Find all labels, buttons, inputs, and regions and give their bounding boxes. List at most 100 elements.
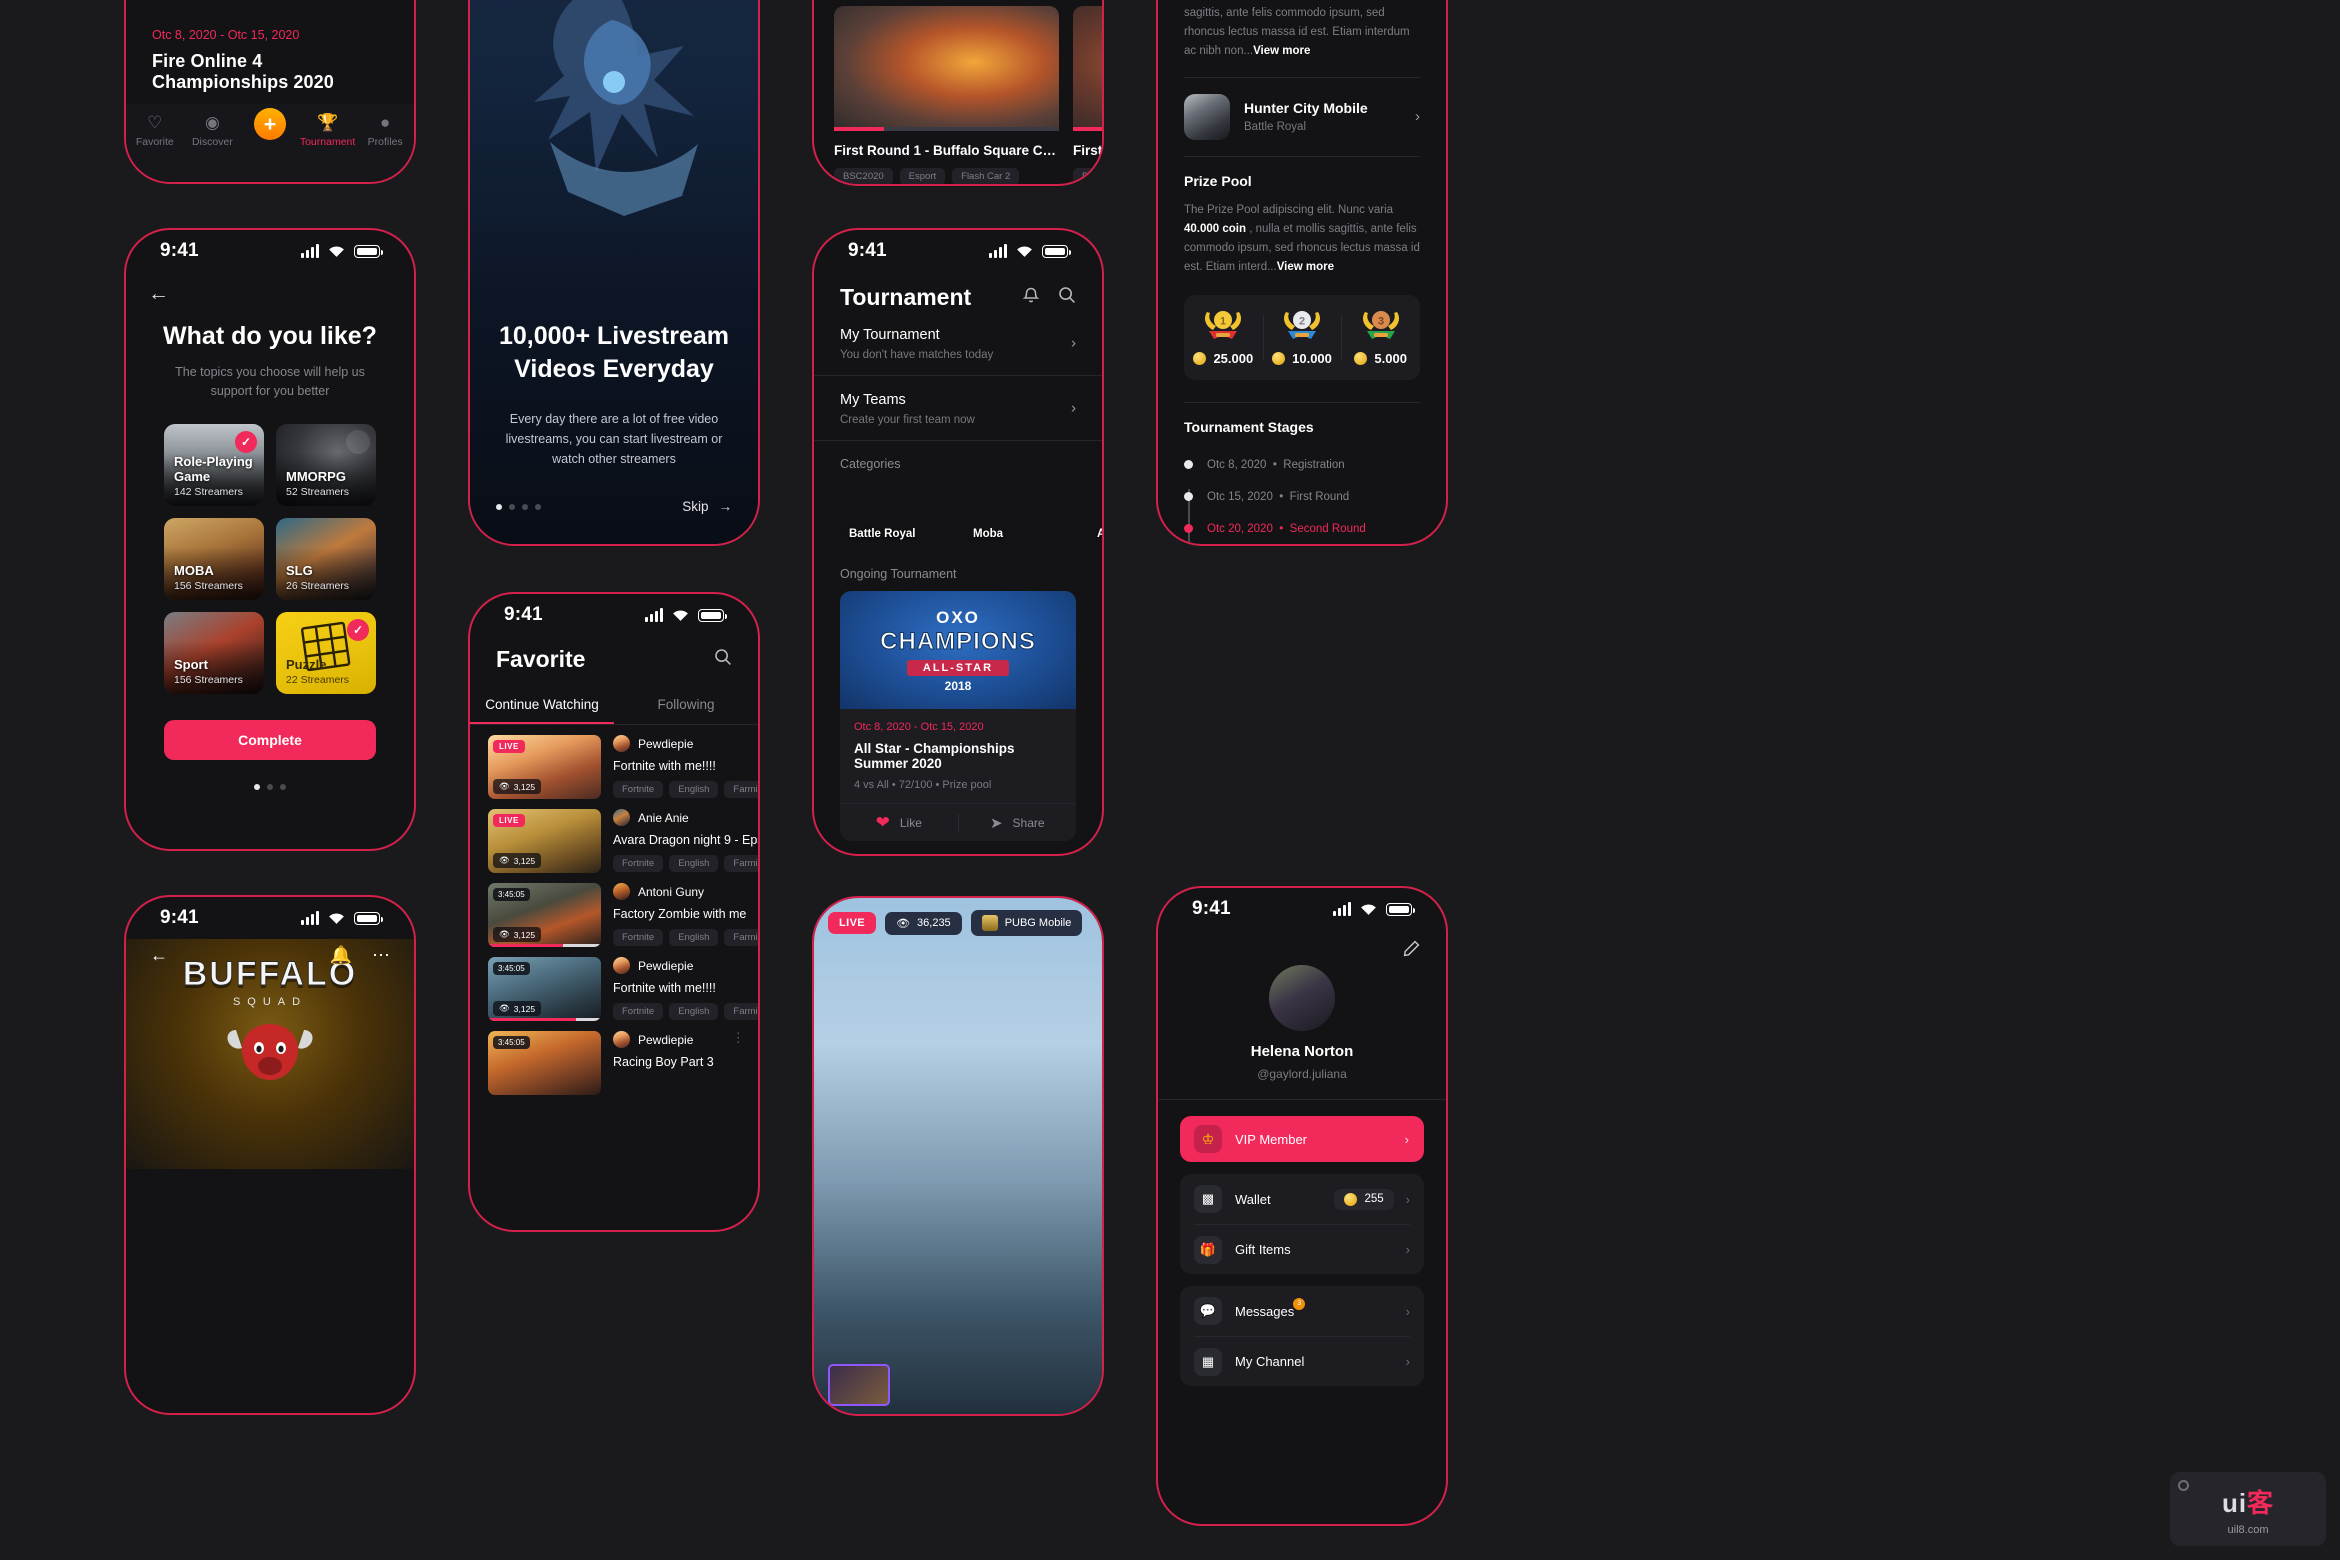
- row-my-teams[interactable]: My Teams Create your first team now ›: [814, 376, 1102, 441]
- more-options-icon[interactable]: ⋮: [726, 1031, 745, 1095]
- interest-card[interactable]: MOBA 156 Streamers: [164, 517, 264, 600]
- tag: Esport: [899, 168, 946, 184]
- interest-card[interactable]: ✓ Role-Playing Game 142 Streamers: [164, 423, 264, 506]
- tag: Flash Car 2: [952, 168, 1020, 184]
- row-my-tournament[interactable]: My Tournament You don't have matches tod…: [814, 311, 1102, 376]
- share-button[interactable]: ➤ Share: [959, 814, 1077, 832]
- heart-icon: ♡: [147, 113, 163, 132]
- like-button[interactable]: ❤ Like: [840, 813, 958, 833]
- search-icon[interactable]: [1058, 286, 1076, 309]
- avatar: [613, 883, 630, 900]
- interest-card[interactable]: ✓ Puzzle 22 Streamers: [276, 611, 376, 694]
- tab-favorite[interactable]: ♡ Favorite: [126, 114, 184, 148]
- prize-pool-description: The Prize Pool adipiscing elit. Nunc var…: [1184, 203, 1420, 273]
- tournament-card[interactable]: First Round 1 - Buffalo Square Cham... B…: [834, 6, 1059, 184]
- tab-discover[interactable]: ◉ Discover: [184, 114, 242, 148]
- list-item[interactable]: LIVE 👁 3,125 Pewdiepie Fortnite with me!!…: [470, 725, 758, 799]
- interest-name: MOBA: [174, 562, 214, 578]
- eye-icon: 👁: [499, 1003, 510, 1013]
- back-button[interactable]: ←: [150, 945, 168, 966]
- stage-date: Otc 15, 2020: [1207, 490, 1273, 503]
- bell-icon[interactable]: 🔔: [330, 945, 352, 966]
- view-more-link[interactable]: View more: [1277, 261, 1334, 273]
- svg-text:3: 3: [1378, 315, 1384, 327]
- tag: Fortnite: [613, 781, 664, 798]
- menu-item-my-channel[interactable]: ▦ My Channel ›: [1194, 1336, 1410, 1386]
- menu-item-messages[interactable]: 💬 Messages 3 ›: [1194, 1286, 1410, 1336]
- compass-icon: ◉: [204, 113, 220, 132]
- eye-icon: 👁: [499, 929, 510, 939]
- banner-ribbon: ALL-STAR: [906, 659, 1010, 676]
- interest-name: SLG: [286, 562, 313, 578]
- tag: English: [669, 1003, 719, 1020]
- ongoing-tournament-card[interactable]: OXO CHAMPIONS ALL-STAR 2018 Otc 8, 2020 …: [840, 591, 1076, 841]
- avatar: [613, 809, 630, 826]
- tab-tournament[interactable]: 🏆 Tournament: [299, 114, 357, 148]
- banner-year: 2018: [944, 678, 972, 693]
- categories-header: Categories: [840, 457, 901, 471]
- list-item[interactable]: 3:45:05 👁 3,125 Antoni Guny Factory Zombi…: [470, 873, 758, 947]
- avatar: [1269, 965, 1335, 1031]
- tag: Fortnite: [613, 1003, 664, 1020]
- stage-item: Otc 8, 2020 • Registration: [1184, 449, 1420, 481]
- chevron-right-icon: ›: [1405, 1303, 1410, 1319]
- wallet-balance: 255: [1334, 1188, 1394, 1210]
- avatar: [613, 735, 630, 752]
- category-card[interactable]: Auto C: [1088, 481, 1102, 547]
- progress-bar: [1073, 127, 1102, 131]
- stage-date: Otc 8, 2020: [1207, 458, 1267, 471]
- complete-button[interactable]: Complete: [164, 719, 376, 760]
- bottom-tab-bar: ♡ Favorite ◉ Discover + 🏆 Tournament ● P…: [126, 104, 414, 182]
- skip-button[interactable]: Skip →: [682, 499, 732, 514]
- dragon-illustration: [490, 0, 738, 297]
- search-icon[interactable]: [714, 648, 732, 671]
- more-icon[interactable]: ⋯: [372, 945, 390, 966]
- picture-in-picture[interactable]: [828, 1364, 890, 1406]
- game-row[interactable]: Hunter City Mobile Battle Royal ›: [1158, 93, 1446, 140]
- tag: English: [669, 781, 719, 798]
- tab-profiles[interactable]: ● Profiles: [356, 114, 414, 148]
- person-icon: ●: [380, 113, 391, 132]
- profile-name: Helena Norton: [1250, 1043, 1354, 1060]
- tournament-card[interactable]: First Ro BSC2020: [1073, 6, 1102, 184]
- phone-tournament-cards: First Round 1 - Buffalo Square Cham... B…: [812, 0, 1104, 186]
- category-card[interactable]: Battle Royal: [840, 481, 952, 547]
- edit-profile-button[interactable]: [1158, 930, 1446, 961]
- interest-card[interactable]: MMORPG 52 Streamers: [276, 423, 376, 506]
- game-pill[interactable]: PUBG Mobile: [970, 910, 1083, 936]
- arrow-right-icon: →: [718, 499, 733, 514]
- interest-card[interactable]: Sport 156 Streamers: [164, 611, 264, 694]
- check-icon: ✓: [347, 618, 369, 641]
- buffalo-logo: BUFFALO SQUAD: [126, 955, 414, 1088]
- interest-card[interactable]: SLG 26 Streamers: [276, 517, 376, 600]
- signal-icon: [645, 608, 663, 622]
- video-title: Factory Zombie with me: [613, 907, 747, 921]
- tab-following[interactable]: Following: [614, 689, 758, 724]
- eye-icon: 👁: [896, 917, 911, 930]
- category-card[interactable]: Moba: [964, 481, 1076, 547]
- interest-name: Role-Playing Game: [174, 453, 253, 484]
- phone-livestream: LIVE 👁 36,235 PUBG Mobile: [812, 896, 1104, 1416]
- row-label: My Tournament: [840, 327, 940, 343]
- menu-item-wallet[interactable]: ▩ Wallet 255 ›: [1194, 1174, 1410, 1224]
- onboarding-paragraph: Every day there are a lot of free video …: [505, 412, 723, 466]
- tab-continue-watching[interactable]: Continue Watching: [470, 689, 614, 724]
- wifi-icon: [328, 912, 345, 925]
- coin-icon: [1193, 351, 1207, 365]
- list-item[interactable]: 3:45:05 👁 3,125 Pewdiepie Fortnite with m…: [470, 947, 758, 1021]
- view-more-link[interactable]: View more: [1253, 45, 1310, 57]
- bell-icon[interactable]: [1022, 286, 1040, 309]
- back-button[interactable]: ←: [126, 272, 414, 306]
- tag: Farming: [724, 929, 758, 946]
- vip-member-button[interactable]: ♔ VIP Member ›: [1180, 1116, 1424, 1162]
- pencil-icon: [1403, 940, 1420, 957]
- interest-name: MMORPG: [286, 468, 346, 484]
- tab-create[interactable]: +: [241, 108, 299, 140]
- list-item[interactable]: 3:45:05 Pewdiepie Racing Boy Part 3 ⋮: [470, 1021, 758, 1095]
- svg-text:1: 1: [1220, 315, 1226, 327]
- interest-streamers: 156 Streamers: [174, 673, 243, 686]
- menu-item-gift-items[interactable]: 🎁 Gift Items ›: [1194, 1224, 1410, 1274]
- battery-icon: [354, 245, 383, 258]
- list-item[interactable]: LIVE 👁 3,125 Anie Anie Avara Dragon night…: [470, 799, 758, 873]
- status-bar: 9:41: [126, 897, 414, 939]
